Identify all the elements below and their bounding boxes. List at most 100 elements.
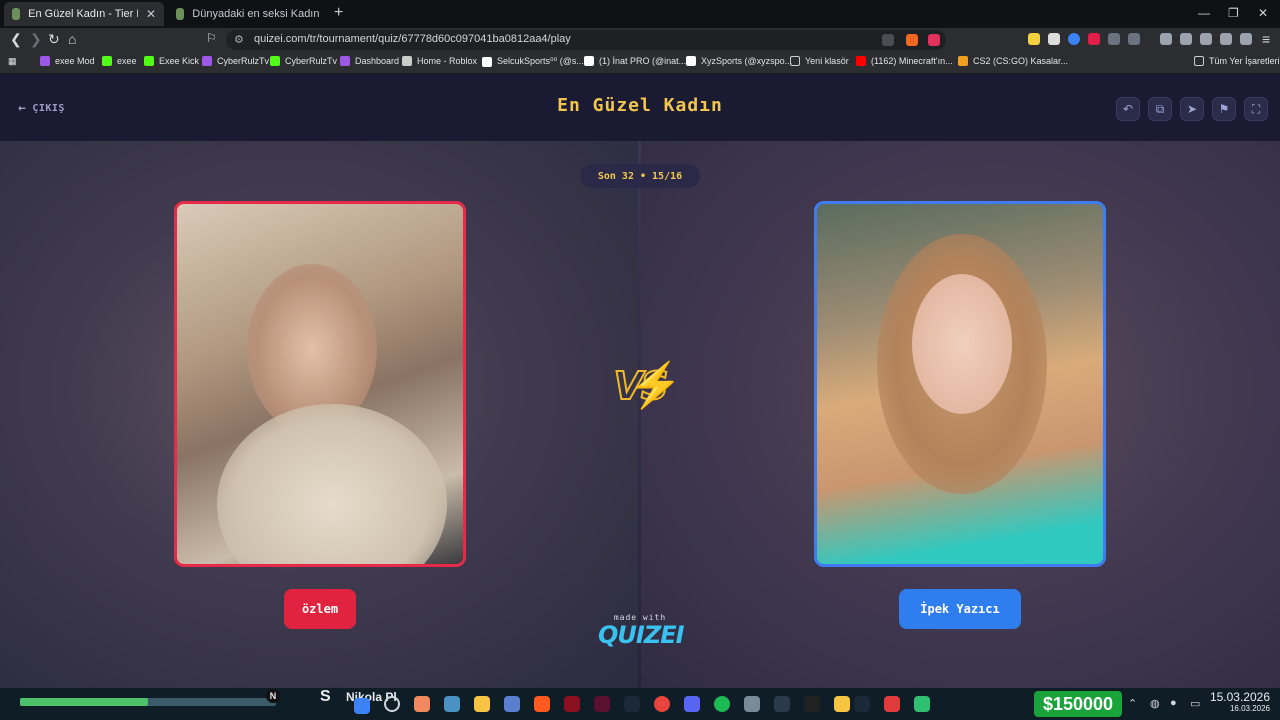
- restore-icon[interactable]: ❐: [1228, 6, 1239, 20]
- app-icon[interactable]: [914, 696, 930, 712]
- bookmark-label: XyzSports (@xyzspo...: [701, 56, 793, 66]
- extension-blue-icon[interactable]: [1068, 33, 1080, 45]
- tab-title: En Güzel Kadın - Tier List, Kör Sı: [28, 8, 138, 20]
- x-icon: [686, 56, 696, 66]
- copilot-icon[interactable]: [414, 696, 430, 712]
- bookmark-folder[interactable]: Yeni klasör: [790, 56, 849, 66]
- home-icon[interactable]: ⌂: [68, 31, 76, 47]
- chrome-icon[interactable]: [654, 696, 670, 712]
- bookmark-item[interactable]: Exee Kick: [144, 56, 199, 66]
- app-icon[interactable]: [884, 696, 900, 712]
- all-bookmarks-label: Tüm Yer İşaretleri: [1209, 56, 1280, 66]
- tab-en-guzel-kadin[interactable]: En Güzel Kadın - Tier List, Kör Sı ✕: [4, 2, 164, 26]
- steam-icon[interactable]: [854, 696, 870, 712]
- round-indicator: Son 32 • 15/16: [580, 164, 700, 188]
- tray-app-icon[interactable]: ◍: [1150, 697, 1160, 710]
- bookmark-item[interactable]: Dashboard: [340, 56, 399, 66]
- url-field[interactable]: ⚙ quizei.com/tr/tournament/quiz/67778d60…: [226, 30, 946, 50]
- kick-icon: [102, 56, 112, 66]
- riot-icon[interactable]: [564, 696, 580, 712]
- clock[interactable]: 15.03.2026 16.03.2026: [1200, 690, 1270, 713]
- send-icon: ➤: [1186, 102, 1198, 116]
- bookmark-item[interactable]: (1) İnat PRO (@inat...: [584, 56, 686, 66]
- bookmark-label: exee: [117, 56, 137, 66]
- share-page-icon[interactable]: [882, 34, 894, 46]
- discord-icon[interactable]: [684, 696, 700, 712]
- extension-w-icon[interactable]: [1028, 33, 1040, 45]
- brave-shield-icon[interactable]: [906, 34, 918, 46]
- store-icon[interactable]: [504, 696, 520, 712]
- right-contestant-photo[interactable]: [814, 201, 1106, 567]
- snipping-icon[interactable]: [444, 696, 460, 712]
- app-icon[interactable]: [744, 696, 760, 712]
- windows-start-icon[interactable]: [354, 698, 370, 714]
- report-button[interactable]: ⚑: [1212, 97, 1236, 121]
- bookmark-label: Home - Roblox: [417, 56, 478, 66]
- file-explorer-icon[interactable]: [474, 696, 490, 712]
- brave-icon[interactable]: [534, 696, 550, 712]
- extension-box-icon[interactable]: [1128, 33, 1140, 45]
- leo-ai-icon[interactable]: [1220, 33, 1232, 45]
- bookmark-label: CyberRulzTv: [285, 56, 338, 66]
- steam-icon[interactable]: [624, 696, 640, 712]
- close-tab-icon[interactable]: ✕: [146, 7, 156, 21]
- fullscreen-button[interactable]: ⛶: [1244, 97, 1268, 121]
- bookmark-item[interactable]: CyberRulzTv: [202, 56, 269, 66]
- vpn-icon[interactable]: [1240, 33, 1252, 45]
- clock-time: 15.03.2026: [1209, 690, 1270, 704]
- new-tab-icon[interactable]: +: [334, 4, 343, 22]
- select-right-button[interactable]: İpek Yazıcı: [899, 589, 1021, 629]
- site-info-icon[interactable]: ⚙: [234, 33, 244, 46]
- microphone-icon[interactable]: ●: [1170, 697, 1177, 709]
- twitch-icon: [202, 56, 212, 66]
- apps-grid-icon[interactable]: ▦: [8, 56, 17, 67]
- quiz-header: ← ÇIKIŞ En Güzel Kadın ↶ ⧉ ➤ ⚑ ⛶: [0, 75, 1280, 141]
- reload-icon[interactable]: ↻: [48, 31, 60, 48]
- youtube-icon: [856, 56, 866, 66]
- bookmark-item[interactable]: XyzSports (@xyzspo...: [686, 56, 792, 66]
- undo-button[interactable]: ↶: [1116, 97, 1140, 121]
- search-icon[interactable]: [384, 696, 400, 712]
- bookmark-item[interactable]: CS2 (CS:GO) Kasalar...: [958, 56, 1068, 66]
- tab-dunyadaki[interactable]: Dünyadaki en seksi Kadın kim - Tier L: [168, 2, 328, 26]
- select-left-button[interactable]: özlem: [284, 589, 356, 629]
- display-icon[interactable]: ▭: [1190, 697, 1200, 710]
- send-button[interactable]: ➤: [1180, 97, 1204, 121]
- valorant-icon[interactable]: [594, 696, 610, 712]
- app-icon[interactable]: [774, 696, 790, 712]
- extension-bulb-icon[interactable]: [1048, 33, 1060, 45]
- close-window-icon[interactable]: ✕: [1258, 6, 1268, 20]
- kick-icon: [270, 56, 280, 66]
- chevron-up-icon[interactable]: ⌃: [1128, 697, 1137, 710]
- bookmark-item[interactable]: exee Mod: [40, 56, 95, 66]
- rewards-icon[interactable]: [928, 34, 940, 46]
- quizei-logo: QUIZEI: [598, 621, 685, 649]
- forward-icon[interactable]: ❯: [30, 31, 42, 48]
- notification-badge-icon: N: [266, 689, 280, 703]
- spotify-icon[interactable]: [714, 696, 730, 712]
- extension-red-icon[interactable]: [1088, 33, 1100, 45]
- minimize-icon[interactable]: —: [1198, 6, 1210, 20]
- folder-icon: [790, 56, 800, 66]
- made-with-quizei[interactable]: made with QUIZEI: [598, 613, 685, 649]
- sidebar-icon[interactable]: [1180, 33, 1192, 45]
- face-shape: [912, 274, 1012, 414]
- share-button[interactable]: ⧉: [1148, 97, 1172, 121]
- bookmark-item[interactable]: SelcukSports⁰⁰ (@s...: [482, 56, 584, 67]
- extensions-puzzle-icon[interactable]: [1108, 33, 1120, 45]
- bookmark-page-icon[interactable]: ⚐: [206, 31, 217, 45]
- back-icon[interactable]: ❮: [10, 31, 22, 48]
- rockstar-icon[interactable]: [804, 696, 820, 712]
- bookmark-item[interactable]: CyberRulzTv: [270, 56, 337, 66]
- bookmark-label: CyberRulzTv: [217, 56, 270, 66]
- all-bookmarks[interactable]: Tüm Yer İşaretleri: [1194, 56, 1280, 66]
- left-contestant-photo[interactable]: [174, 201, 466, 567]
- bookmark-item[interactable]: (1162) Minecraft'ın...: [856, 56, 953, 66]
- app-icon[interactable]: [834, 696, 850, 712]
- kick-icon: [144, 56, 154, 66]
- menu-icon[interactable]: ≡: [1262, 31, 1270, 47]
- bookmark-item[interactable]: Home - Roblox: [402, 56, 477, 66]
- media-icon[interactable]: [1160, 33, 1172, 45]
- bookmark-item[interactable]: exee: [102, 56, 137, 66]
- wallet-icon[interactable]: [1200, 33, 1212, 45]
